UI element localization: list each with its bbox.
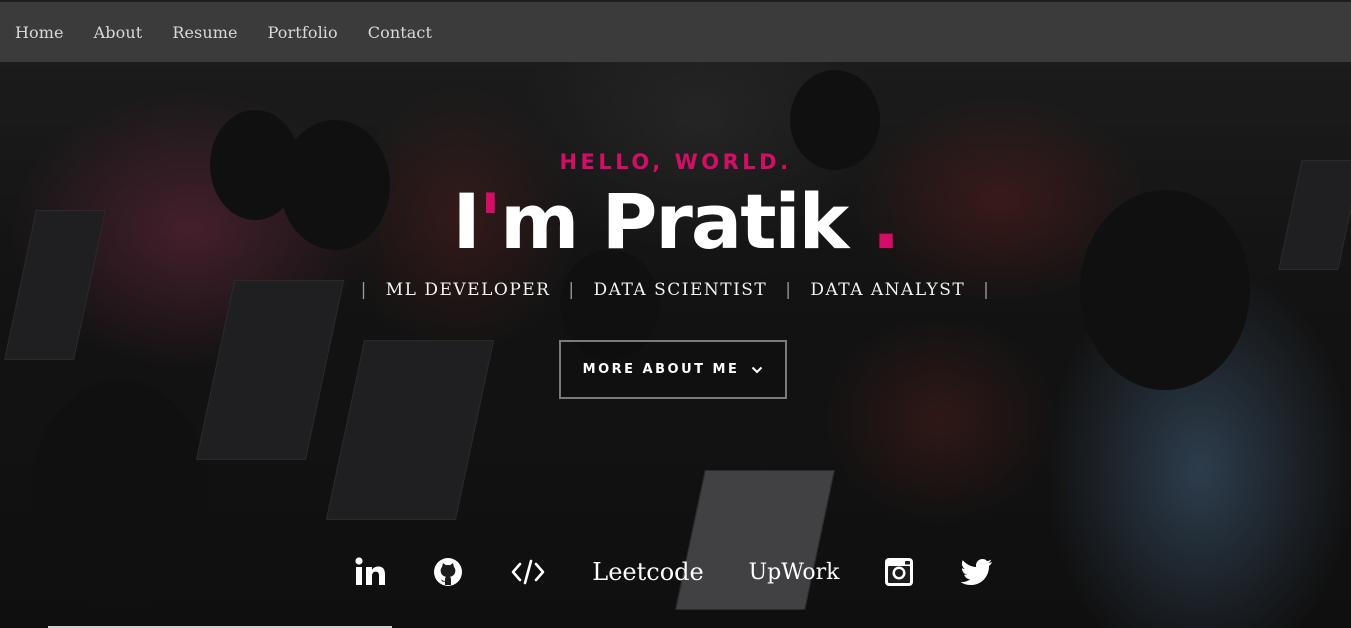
hero-dark-overlay bbox=[0, 0, 1351, 628]
hero-title-dot: . bbox=[847, 177, 901, 266]
role-data-analyst: DATA ANALYST bbox=[810, 280, 966, 300]
role-ml-developer: ML DEVELOPER bbox=[385, 280, 551, 300]
more-about-me-button[interactable]: MORE ABOUT ME bbox=[559, 340, 787, 399]
linkedin-icon[interactable] bbox=[352, 552, 388, 592]
hero-title-prefix: I bbox=[452, 177, 481, 266]
twitter-icon[interactable] bbox=[958, 552, 996, 592]
nav-link-resume[interactable]: Resume bbox=[172, 23, 237, 42]
role-separator: | bbox=[785, 280, 793, 300]
hero-greeting: HELLO, WORLD. bbox=[559, 150, 792, 174]
code-icon[interactable] bbox=[508, 552, 548, 592]
instagram-icon[interactable] bbox=[882, 552, 916, 592]
social-links: Leetcode UpWork bbox=[0, 552, 1351, 592]
chevron-down-icon bbox=[751, 366, 763, 374]
nav-link-contact[interactable]: Contact bbox=[368, 23, 432, 42]
more-about-me-label: MORE ABOUT ME bbox=[582, 362, 740, 377]
upwork-link[interactable]: UpWork bbox=[746, 552, 842, 592]
nav-link-home[interactable]: Home bbox=[15, 23, 64, 42]
hero-title: I'm Pratik . bbox=[0, 172, 1351, 272]
role-data-scientist: DATA SCIENTIST bbox=[593, 280, 768, 300]
role-separator: | bbox=[983, 280, 991, 300]
role-separator: | bbox=[568, 280, 576, 300]
hero-roles: | ML DEVELOPER | DATA SCIENTIST | DATA A… bbox=[0, 280, 1351, 300]
role-separator: | bbox=[360, 280, 368, 300]
hero-title-apostrophe: ' bbox=[478, 177, 502, 266]
nav-link-about[interactable]: About bbox=[94, 23, 143, 42]
nav-link-portfolio[interactable]: Portfolio bbox=[268, 23, 338, 42]
leetcode-label: Leetcode bbox=[592, 558, 704, 586]
top-navbar: Home About Resume Portfolio Contact bbox=[0, 2, 1351, 62]
hero-title-name: m Pratik bbox=[500, 177, 849, 266]
upwork-label: UpWork bbox=[748, 559, 840, 585]
github-icon[interactable] bbox=[430, 552, 466, 592]
leetcode-link[interactable]: Leetcode bbox=[590, 552, 706, 592]
